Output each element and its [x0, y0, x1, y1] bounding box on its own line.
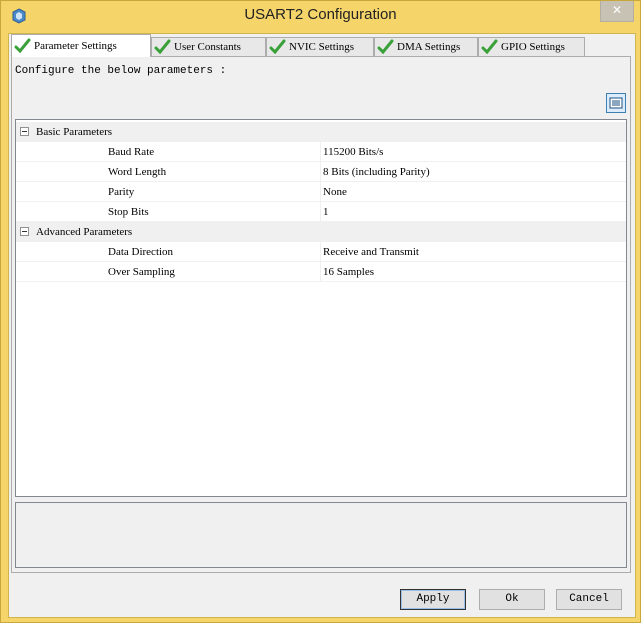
- instructions-text: Configure the below parameters :: [15, 65, 227, 77]
- check-icon: [154, 39, 171, 55]
- tab-nvic-settings[interactable]: NVIC Settings: [266, 37, 374, 56]
- tab-gpio-settings[interactable]: GPIO Settings: [478, 37, 585, 56]
- description-panel: [15, 502, 627, 568]
- column-divider: [320, 142, 321, 162]
- check-icon: [481, 39, 498, 55]
- property-value[interactable]: 8 Bits (including Parity): [323, 166, 430, 178]
- categorized-view-button[interactable]: [606, 93, 626, 113]
- property-name: Data Direction: [108, 246, 174, 258]
- check-icon: [14, 38, 31, 54]
- property-name: Word Length: [108, 166, 167, 178]
- group-label: Advanced Parameters: [36, 226, 133, 238]
- tab-user-constants[interactable]: User Constants: [151, 37, 266, 56]
- configuration-window: USART2 Configuration ✕ Parameter Setting…: [0, 0, 641, 623]
- property-value[interactable]: 1: [323, 206, 329, 218]
- property-value[interactable]: Receive and Transmit: [323, 246, 419, 258]
- property-value[interactable]: 16 Samples: [323, 266, 374, 278]
- apply-button[interactable]: Apply: [400, 589, 466, 610]
- cancel-button[interactable]: Cancel: [556, 589, 622, 610]
- ok-button[interactable]: Ok: [479, 589, 545, 610]
- property-name: Stop Bits: [108, 206, 149, 218]
- close-button[interactable]: ✕: [600, 1, 634, 22]
- property-row-word-length[interactable]: Word Length 8 Bits (including Parity): [16, 162, 626, 182]
- tab-label: User Constants: [174, 41, 241, 53]
- group-label: Basic Parameters: [36, 126, 113, 138]
- column-divider: [320, 182, 321, 202]
- property-name: Parity: [108, 186, 135, 198]
- list-view-icon: [609, 97, 623, 109]
- property-value[interactable]: None: [323, 186, 347, 198]
- property-row-stop-bits[interactable]: Stop Bits 1: [16, 202, 626, 222]
- column-divider: [320, 202, 321, 222]
- column-divider: [320, 262, 321, 282]
- collapse-icon[interactable]: [20, 127, 29, 136]
- tab-label: DMA Settings: [397, 41, 461, 53]
- column-divider: [320, 242, 321, 262]
- tab-label: GPIO Settings: [501, 41, 565, 53]
- property-row-baud-rate[interactable]: Baud Rate 115200 Bits/s: [16, 142, 626, 162]
- check-icon: [377, 39, 394, 55]
- property-value[interactable]: 115200 Bits/s: [323, 146, 383, 158]
- property-row-data-direction[interactable]: Data Direction Receive and Transmit: [16, 242, 626, 262]
- property-row-parity[interactable]: Parity None: [16, 182, 626, 202]
- column-divider: [320, 162, 321, 182]
- group-basic-parameters[interactable]: Basic Parameters: [16, 122, 626, 142]
- property-name: Baud Rate: [108, 146, 155, 158]
- tab-label: NVIC Settings: [289, 41, 355, 53]
- window-title: USART2 Configuration: [244, 6, 397, 23]
- collapse-icon[interactable]: [20, 227, 29, 236]
- group-advanced-parameters[interactable]: Advanced Parameters: [16, 222, 626, 242]
- tab-label: Parameter Settings: [34, 40, 117, 52]
- dialog-client-area: Parameter Settings User Constants NVIC S…: [8, 33, 636, 618]
- title-bar[interactable]: USART2 Configuration ✕: [1, 1, 640, 33]
- property-row-over-sampling[interactable]: Over Sampling 16 Samples: [16, 262, 626, 282]
- check-icon: [269, 39, 286, 55]
- property-name: Over Sampling: [108, 266, 175, 278]
- parameter-settings-page: Configure the below parameters : Basic P…: [11, 56, 631, 573]
- property-grid: Basic Parameters Baud Rate 115200 Bits/s…: [15, 119, 627, 497]
- tab-dma-settings[interactable]: DMA Settings: [374, 37, 478, 56]
- tab-parameter-settings[interactable]: Parameter Settings: [11, 34, 151, 57]
